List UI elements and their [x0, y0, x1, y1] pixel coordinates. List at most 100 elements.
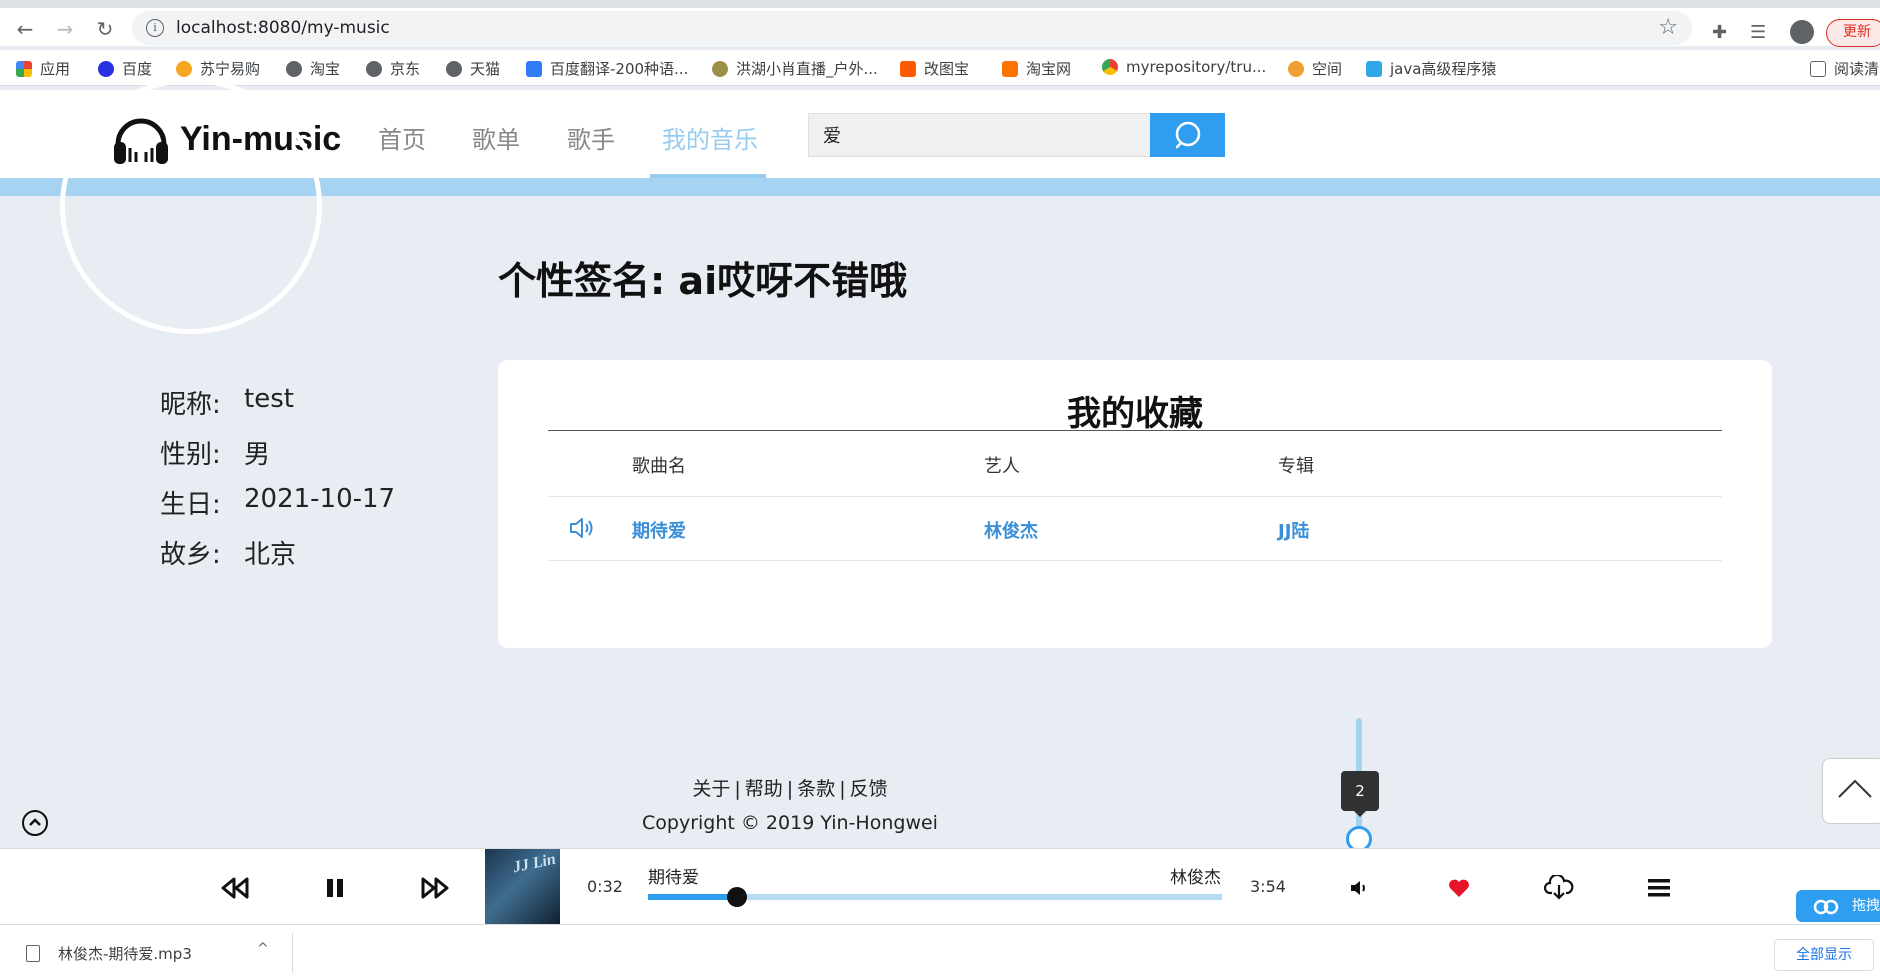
suning-icon: [176, 60, 192, 77]
footer-separator: |: [786, 778, 794, 800]
nav-playlists[interactable]: 歌单: [472, 120, 520, 155]
volume-icon: [1351, 881, 1365, 895]
speaker-playing-icon[interactable]: [568, 516, 596, 540]
bookmark-tmall[interactable]: 天猫: [446, 58, 500, 79]
show-all-button[interactable]: 全部显示: [1774, 939, 1874, 971]
update-button[interactable]: 更新: [1826, 19, 1880, 47]
reading-mode[interactable]: 阅读清: [1810, 58, 1879, 79]
song-link[interactable]: 期待爱: [632, 517, 686, 543]
rewind-icon: [221, 877, 249, 899]
bilibili-icon: [1366, 60, 1382, 77]
bookmark-live[interactable]: 洪湖小肖直播_户外...: [712, 58, 878, 79]
download-item[interactable]: 林俊杰-期待爱.mp3: [26, 943, 192, 964]
file-icon: [26, 945, 40, 962]
column-song: 歌曲名: [632, 456, 686, 477]
bookmark-baidu[interactable]: 百度: [98, 58, 152, 79]
footer-help-link[interactable]: 帮助: [745, 778, 783, 800]
globe-icon: [446, 60, 462, 77]
footer-separator: |: [839, 778, 846, 800]
playlist-button[interactable]: [1642, 871, 1676, 905]
browser-toolbar: ← → ↻ i localhost:8080/my-music ☆ ✚ ☰ 更新: [0, 8, 1880, 47]
copyright: Copyright © 2019 Yin-Hongwei: [642, 812, 938, 834]
chevron-up-icon: [29, 818, 41, 826]
search-icon: [1175, 121, 1200, 149]
downloads-shelf: 林俊杰-期待爱.mp3 ^ 全部显示: [0, 924, 1880, 980]
extensions-icon[interactable]: ✚: [1712, 22, 1727, 43]
footer-about-link[interactable]: 关于: [692, 778, 730, 800]
bookmark-suning[interactable]: 苏宁易购: [176, 58, 260, 79]
artist-link[interactable]: 林俊杰: [984, 517, 1038, 543]
bookmark-jd[interactable]: 京东: [366, 58, 420, 79]
chevron-up-icon[interactable]: ^: [257, 941, 269, 957]
pause-icon: [327, 879, 343, 897]
collapse-player-button[interactable]: [22, 810, 48, 836]
playing-song-name: 期待爱: [648, 868, 699, 888]
download-button[interactable]: [1542, 871, 1576, 905]
globe-icon: [286, 60, 302, 77]
column-album: 专辑: [1278, 456, 1314, 477]
bookmark-gaitubao[interactable]: 改图宝: [900, 58, 969, 79]
menu-icon: [1648, 879, 1670, 897]
progress-handle[interactable]: [726, 887, 747, 907]
bookmark-star-icon[interactable]: ☆: [1658, 15, 1678, 40]
previous-button[interactable]: [218, 871, 252, 905]
back-icon[interactable]: ←: [12, 16, 38, 42]
chevron-up-icon: [1838, 779, 1872, 798]
address-bar[interactable]: i localhost:8080/my-music ☆: [132, 11, 1692, 45]
bookmark-taobao-net[interactable]: 淘宝网: [1002, 58, 1071, 79]
profile-birthday: 生日: 2021-10-17: [160, 484, 396, 520]
divider: [292, 933, 293, 973]
cover-text: JJ Lin: [511, 850, 558, 877]
favorites-card: 我的收藏 歌曲名 艺人 专辑 期待爱 林俊杰 JJ陆: [498, 360, 1772, 648]
translate-icon: [526, 60, 542, 77]
album-link[interactable]: JJ陆: [1278, 517, 1309, 543]
bookmark-java[interactable]: java高级程序猿: [1366, 58, 1496, 79]
taobao-icon: [1002, 60, 1018, 77]
footer-feedback-link[interactable]: 反馈: [850, 778, 888, 800]
bookmark-taobao[interactable]: 淘宝: [286, 58, 340, 79]
favorites-title: 我的收藏: [1067, 394, 1203, 434]
player-bar: JJ Lin 0:32 期待爱 林俊杰 3:54: [0, 848, 1880, 925]
profile-nickname: 昵称: test: [160, 384, 294, 420]
download-filename: 林俊杰-期待爱.mp3: [58, 945, 192, 963]
search-input[interactable]: [809, 114, 1150, 156]
fast-forward-icon: [421, 877, 449, 899]
next-button[interactable]: [418, 871, 452, 905]
bookmark-repository[interactable]: myrepository/tru...: [1102, 58, 1266, 76]
bookmark-qzone[interactable]: 空间: [1288, 58, 1342, 79]
pause-button[interactable]: [318, 871, 352, 905]
site-info-icon[interactable]: i: [146, 19, 164, 37]
reload-icon[interactable]: ↻: [92, 16, 118, 42]
bookmark-baidu-translate[interactable]: 百度翻译-200种语...: [526, 58, 688, 79]
favorite-button[interactable]: [1442, 871, 1476, 905]
playing-artist: 林俊杰: [1170, 868, 1221, 888]
forward-icon[interactable]: →: [52, 16, 78, 42]
profile-avatar-icon[interactable]: [1790, 20, 1814, 44]
footer-terms-link[interactable]: 条款: [797, 778, 835, 800]
volume-button[interactable]: [1342, 871, 1376, 905]
footer-separator: |: [734, 778, 741, 800]
gaitubao-icon: [900, 60, 916, 77]
reading-list-icon[interactable]: ☰: [1750, 22, 1766, 43]
progress-track[interactable]: [648, 887, 1222, 907]
nav-my-music[interactable]: 我的音乐: [662, 120, 758, 155]
nav-home[interactable]: 首页: [378, 120, 426, 155]
back-to-top-button[interactable]: [1822, 758, 1880, 824]
address-url[interactable]: localhost:8080/my-music: [176, 18, 390, 38]
search-button[interactable]: [1150, 113, 1225, 157]
heart-icon: [1449, 879, 1469, 897]
side-extension-button[interactable]: 拖拽: [1796, 890, 1880, 922]
progress-fill: [648, 894, 737, 900]
chrome-icon: [1102, 59, 1118, 75]
total-time: 3:54: [1250, 877, 1286, 896]
search-box: [808, 113, 1150, 157]
nav-singers[interactable]: 歌手: [567, 120, 615, 155]
album-cover[interactable]: JJ Lin: [485, 849, 560, 925]
table-divider: [548, 496, 1722, 497]
baidu-paw-icon: [98, 60, 114, 77]
bookmark-apps[interactable]: 应用: [16, 58, 70, 79]
reading-mode-icon: [1810, 60, 1826, 77]
browser-tabstrip: [0, 0, 1880, 8]
volume-tooltip: 2: [1341, 771, 1379, 817]
table-divider: [548, 560, 1722, 561]
